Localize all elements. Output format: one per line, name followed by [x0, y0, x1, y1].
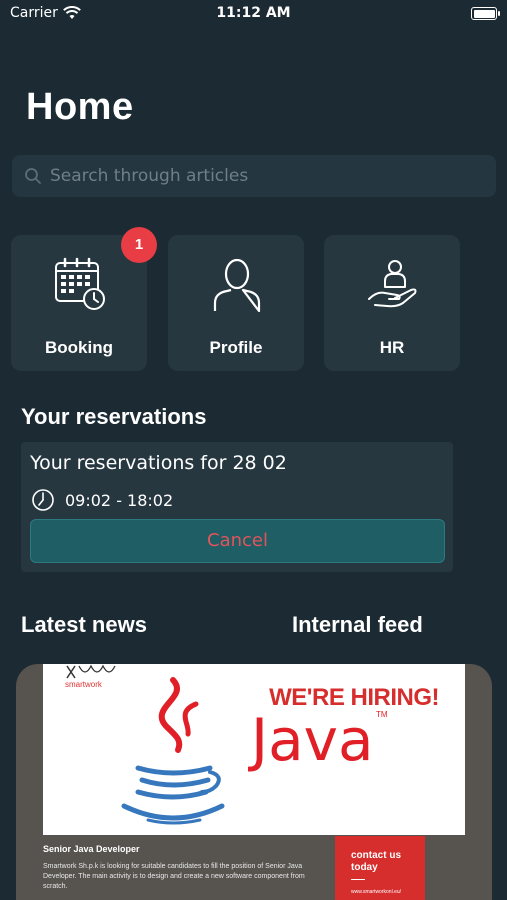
java-wordmark: Java [251, 706, 374, 774]
tab-internal-feed[interactable]: Internal feed [292, 612, 423, 638]
profile-label: Profile [209, 338, 263, 357]
news-job-description: Smartwork Sh.p.k is looking for suitable… [43, 863, 305, 890]
hand-person-icon [368, 260, 417, 308]
news-banner-image: smartwork WE'RE HIRING! Java TM [43, 664, 465, 835]
java-tm: TM [376, 710, 388, 719]
profile-tile[interactable]: Profile [168, 235, 304, 371]
reservation-date-text: Your reservations for 28 02 [30, 452, 287, 474]
status-time: 11:12 AM [216, 5, 291, 21]
java-cup-icon [121, 677, 225, 825]
reservations-heading: Your reservations [21, 404, 207, 429]
news-job-title: Senior Java Developer [43, 844, 140, 854]
contact-site: www.smartworkonl.eu/ [351, 889, 402, 895]
reservation-time-row: 09:02 - 18:02 [31, 488, 173, 512]
reservation-card: Your reservations for 28 02 09:02 - 18:0… [21, 442, 453, 572]
hr-tile[interactable]: HR [324, 235, 460, 371]
calendar-clock-icon [55, 257, 105, 310]
status-bar: Carrier 11:12 AM [0, 0, 507, 28]
search-bar[interactable] [12, 155, 496, 197]
hr-label: HR [379, 338, 405, 357]
notification-badge: 1 [121, 227, 157, 263]
cancel-button[interactable]: Cancel [30, 519, 445, 563]
smartwork-logo [66, 664, 116, 679]
contact-divider [351, 879, 365, 880]
contact-box: contact us today www.smartworkonl.eu/ [335, 836, 425, 900]
clock-icon [32, 489, 54, 511]
search-icon [25, 168, 41, 184]
battery-icon [471, 7, 500, 20]
booking-label: Booking [45, 338, 113, 357]
news-card[interactable]: smartwork WE'RE HIRING! Java TM Senior J… [16, 664, 492, 900]
logo-text: smartwork [65, 680, 102, 689]
contact-text: contact us today [351, 850, 402, 873]
person-icon [213, 258, 261, 313]
tab-latest-news[interactable]: Latest news [21, 612, 147, 638]
page-title: Home [26, 86, 134, 128]
search-input[interactable] [48, 165, 482, 187]
reservation-time-range: 09:02 - 18:02 [65, 490, 174, 510]
